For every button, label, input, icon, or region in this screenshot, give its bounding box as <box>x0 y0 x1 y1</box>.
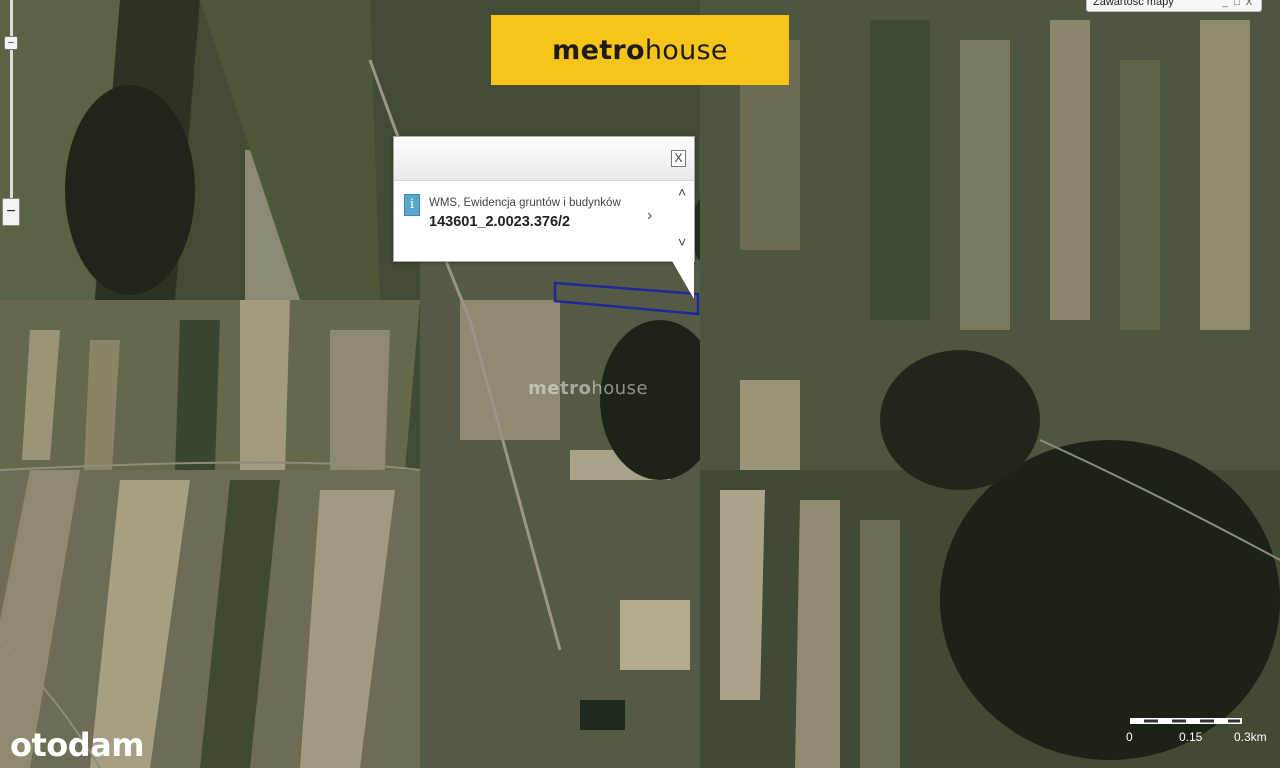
zoom-out-button[interactable]: − <box>2 198 20 226</box>
popup-pointer <box>672 261 694 299</box>
scale-label-mid: 0.15 <box>1179 730 1203 744</box>
metrohouse-logo: metro house <box>491 15 789 85</box>
maximize-icon[interactable]: □ <box>1231 0 1243 8</box>
map-content-label: Zawartość mapy <box>1093 0 1174 8</box>
otodam-logo: otodam <box>10 726 145 764</box>
chevron-down-icon[interactable]: ˅ <box>678 234 686 250</box>
chevron-right-icon[interactable]: › <box>647 207 652 225</box>
logo-regular-text: house <box>644 34 728 66</box>
popup-close-button[interactable]: X <box>671 150 686 167</box>
chevron-up-icon[interactable]: ˄ <box>678 184 686 200</box>
minimize-icon[interactable]: _ <box>1219 0 1231 8</box>
zoom-slider-handle[interactable]: − <box>4 36 18 50</box>
feature-info-popup: X i WMS, Ewidencja gruntów i budynków 14… <box>393 136 695 262</box>
map-content-panel[interactable]: Zawartość mapy _ □ X <box>1086 0 1262 12</box>
popup-layer-name: WMS, Ewidencja gruntów i budynków <box>429 197 621 209</box>
watermark-regular: house <box>591 378 649 399</box>
close-icon[interactable]: X <box>1243 0 1255 8</box>
logo-bold-text: metro <box>552 34 645 66</box>
scale-bar <box>1130 718 1242 724</box>
watermark: metrohouse <box>528 378 648 399</box>
watermark-bold: metro <box>528 378 592 399</box>
popup-parcel-id[interactable]: 143601_2.0023.376/2 <box>429 214 570 230</box>
scale-label-start: 0 <box>1126 730 1133 744</box>
popup-header: X <box>394 137 694 181</box>
scale-label-end: 0.3km <box>1234 730 1267 744</box>
info-icon: i <box>404 194 420 216</box>
zoom-slider-track[interactable] <box>10 0 13 200</box>
